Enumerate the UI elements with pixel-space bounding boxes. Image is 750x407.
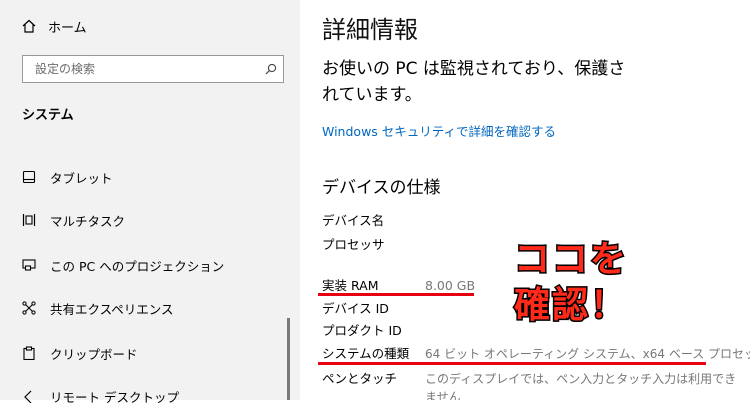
remote-desktop-icon <box>24 390 32 403</box>
system-type-highlight-underline <box>318 362 706 365</box>
ram-highlight-underline <box>318 293 474 296</box>
sidebar-item-remote-desktop[interactable]: リモート デスクトップ <box>22 385 179 407</box>
sidebar-item-label: リモート デスクトップ <box>50 389 179 405</box>
home-icon <box>22 19 36 33</box>
device-specs-heading: デバイスの仕様 <box>322 178 441 198</box>
spec-value-pen-touch: このディスプレイでは、ペン入力とタッチ入力は利用できません <box>425 372 737 400</box>
page-title: 詳細情報 <box>322 16 418 44</box>
home-label: ホーム <box>48 20 87 36</box>
sidebar-item-label: 共有エクスペリエンス <box>50 301 174 317</box>
about-page: 詳細情報 お使いの PC は監視されており、保護されています。 Windows … <box>300 0 750 400</box>
settings-sidebar: ホーム システム タブレット マルチタスク この PC へのプロジェクション <box>0 0 300 405</box>
callout-line-1: ココを <box>512 238 629 282</box>
spec-label-pen-touch: ペンとタッチ <box>322 371 398 386</box>
callout-line-2: 確認！ <box>512 284 629 328</box>
sidebar-item-label: この PC へのプロジェクション <box>50 258 225 274</box>
search-icon[interactable] <box>265 63 277 75</box>
shared-experiences-icon <box>22 301 36 315</box>
projection-icon <box>22 259 36 271</box>
sidebar-item-multitask[interactable]: マルチタスク <box>22 209 125 231</box>
spec-label-product-id: プロダクト ID <box>322 323 402 338</box>
sidebar-scrollbar[interactable] <box>287 318 290 400</box>
spec-value-system-type: 64 ビット オペレーティング システム、x64 ベース プロセッサ <box>425 347 750 361</box>
sidebar-item-shared-experiences[interactable]: 共有エクスペリエンス <box>22 297 174 319</box>
sidebar-item-label: マルチタスク <box>50 213 126 229</box>
sidebar-item-tablet[interactable]: タブレット <box>22 166 113 188</box>
sidebar-item-label: クリップボード <box>50 346 138 362</box>
home-nav-item[interactable]: ホーム <box>22 16 87 36</box>
spec-label-device-name: デバイス名 <box>322 213 385 228</box>
clipboard-icon <box>23 346 35 360</box>
tablet-icon <box>22 170 36 184</box>
multitask-icon <box>22 214 36 226</box>
spec-label-device-id: デバイス ID <box>322 301 389 316</box>
system-section-title: システム <box>22 108 74 123</box>
windows-security-link[interactable]: Windows セキュリティで詳細を確認する <box>322 121 556 140</box>
sidebar-item-clipboard[interactable]: クリップボード <box>22 342 138 364</box>
spec-label-processor: プロセッサ <box>322 237 385 252</box>
protection-status-text: お使いの PC は監視されており、保護されています。 <box>322 59 626 105</box>
sidebar-item-label: タブレット <box>50 170 113 186</box>
spec-label-system-type: システムの種類 <box>322 346 410 361</box>
settings-search-box[interactable] <box>22 55 284 83</box>
sidebar-item-projection[interactable]: この PC へのプロジェクション <box>22 254 224 276</box>
settings-search-input[interactable] <box>33 61 265 77</box>
